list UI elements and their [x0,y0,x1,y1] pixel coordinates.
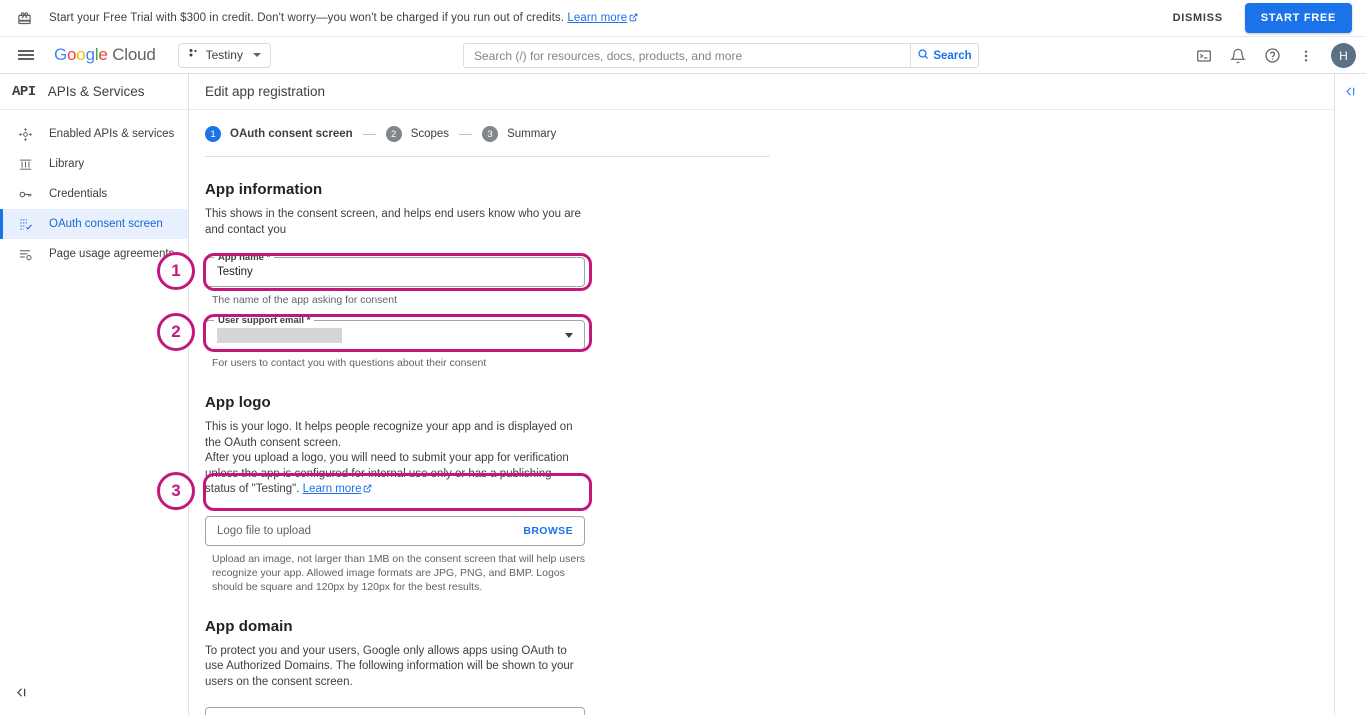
sidebar-item-label: Page usage agreements [49,248,174,260]
logo-upload-placeholder: Logo file to upload [217,525,311,537]
sidebar-item-enabled-apis[interactable]: Enabled APIs & services [0,119,188,149]
api-product-icon: API [12,84,36,100]
google-cloud-logo[interactable]: Google Cloud [54,45,156,65]
free-trial-promo-banner: Start your Free Trial with $300 in credi… [0,0,1366,37]
notifications-bell-icon[interactable] [1223,41,1253,71]
step-separator [459,134,472,135]
search-button[interactable]: Search [910,44,978,67]
key-icon [16,185,34,203]
step-scopes[interactable]: 2 Scopes [386,126,449,142]
step-number-badge: 3 [482,126,498,142]
dismiss-button[interactable]: DISMISS [1165,5,1231,31]
app-domain-description: To protect you and your users, Google on… [205,644,581,691]
app-domain-title: App domain [205,618,1334,635]
app-logo-learn-more-link[interactable]: Learn more [303,483,362,495]
external-link-icon [363,483,372,499]
chevron-down-icon[interactable] [565,333,573,338]
external-link-icon [629,13,638,25]
sidebar-item-oauth-consent-screen[interactable]: OAuth consent screen [0,209,188,239]
browse-button[interactable]: BROWSE [523,525,573,537]
promo-message-text: Start your Free Trial with $300 in credi… [49,12,564,24]
library-columns-icon [16,155,34,173]
sidebar: API APIs & Services Enabled APIs & servi… [0,74,189,715]
gift-icon [14,8,34,28]
sidebar-item-credentials[interactable]: Credentials [0,179,188,209]
top-app-bar: Google Cloud Testiny Search [0,37,1366,74]
promo-learn-more-link[interactable]: Learn more [567,12,627,24]
annotation-marker-1: 1 [157,252,195,290]
divider [205,156,770,157]
project-name-label: Testiny [206,48,243,62]
project-dots-icon [188,46,200,64]
sidebar-item-label: Credentials [49,188,107,200]
app-logo-description-line1: This is your logo. It helps people recog… [205,421,573,449]
user-support-email-label: User support email * [214,315,314,326]
hamburger-menu-icon[interactable] [8,37,44,73]
wizard-stepper: 1 OAuth consent screen 2 Scopes 3 Summar… [189,110,1334,142]
sidebar-item-library[interactable]: Library [0,149,188,179]
collapse-left-icon[interactable] [14,685,29,705]
user-support-email-helper-text: For users to contact you with questions … [212,356,588,370]
app-name-value: Testiny [217,266,253,278]
user-support-email-value-redacted [217,328,342,343]
app-registration-form: App information This shows in the consen… [189,181,1334,715]
main-content: Edit app registration 1 OAuth consent sc… [189,74,1334,715]
expand-panel-left-icon[interactable] [1335,84,1366,99]
application-home-page-field[interactable]: Application home page [205,707,585,715]
sidebar-product-title: APIs & Services [48,84,145,99]
app-name-label: App name * [214,252,274,263]
sidebar-nav-list: Enabled APIs & services Library Credenti… [0,110,188,269]
app-information-title: App information [205,181,1334,198]
step-label: Scopes [411,128,449,140]
logo-upload-helper-text: Upload an image, not larger than 1MB on … [212,552,588,594]
consent-checklist-icon [16,215,34,233]
step-label: OAuth consent screen [230,128,353,140]
chevron-down-icon [253,53,261,57]
app-logo-title: App logo [205,394,1334,411]
app-logo-description: This is your logo. It helps people recog… [205,420,581,499]
global-search[interactable]: Search [463,43,979,68]
sidebar-product-header: API APIs & Services [0,74,188,110]
right-panel [1334,74,1366,715]
app-name-field[interactable]: App name * Testiny [205,257,585,287]
annotation-marker-2: 2 [157,313,195,351]
step-number-badge: 2 [386,126,402,142]
app-information-description: This shows in the consent screen, and he… [205,207,581,238]
sidebar-item-label: OAuth consent screen [49,218,163,230]
cloud-shell-icon[interactable] [1189,41,1219,71]
avatar[interactable]: H [1331,43,1356,68]
promo-message: Start your Free Trial with $300 in credi… [49,12,638,25]
app-name-helper-text: The name of the app asking for consent [212,293,588,307]
user-support-email-field[interactable]: User support email * [205,320,585,350]
search-input[interactable] [464,44,910,67]
logo-upload-field[interactable]: Logo file to upload BROWSE [205,516,585,546]
app-logo-description-line2: After you upload a logo, you will need t… [205,452,569,495]
agreements-list-icon [16,245,34,263]
step-label: Summary [507,128,556,140]
start-free-button[interactable]: START FREE [1245,3,1352,33]
help-question-icon[interactable] [1257,41,1287,71]
api-hub-icon [16,125,34,143]
sidebar-item-label: Enabled APIs & services [49,128,174,140]
appbar-actions: H [1189,37,1356,74]
step-oauth-consent-screen[interactable]: 1 OAuth consent screen [205,126,353,142]
search-button-label: Search [933,50,971,62]
annotation-marker-3: 3 [157,472,195,510]
promo-actions: DISMISS START FREE [1165,3,1352,33]
step-number-badge: 1 [205,126,221,142]
more-vert-icon[interactable] [1291,41,1321,71]
page-title: Edit app registration [189,74,1334,110]
step-separator [363,134,376,135]
logo-cloud-word: Cloud [112,45,155,64]
project-selector[interactable]: Testiny [178,43,271,68]
step-summary[interactable]: 3 Summary [482,126,556,142]
search-icon [917,48,929,63]
sidebar-item-label: Library [49,158,84,170]
